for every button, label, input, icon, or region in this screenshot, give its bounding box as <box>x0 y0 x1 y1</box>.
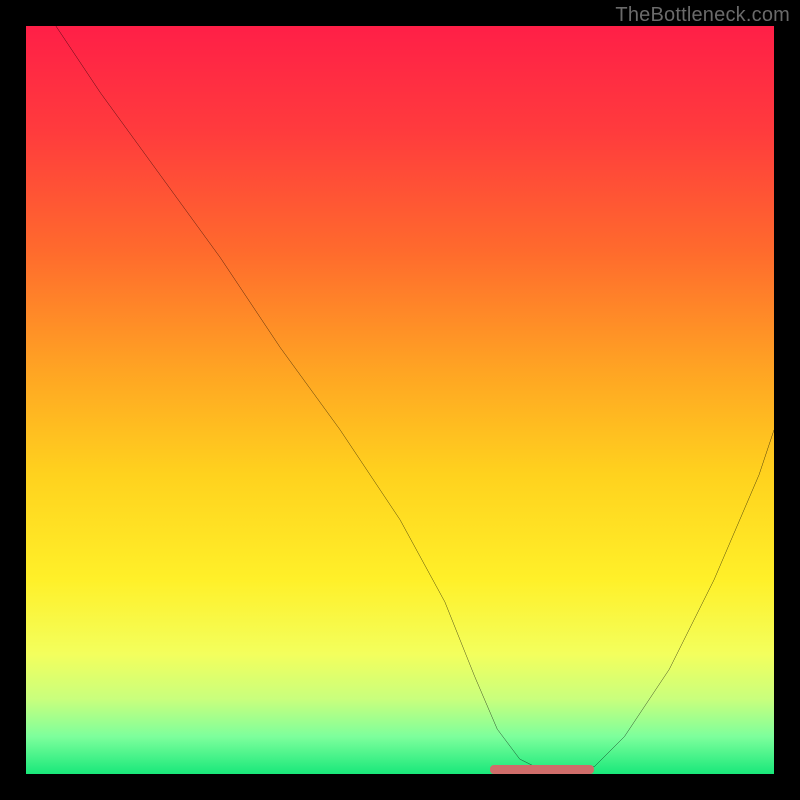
bottleneck-curve <box>26 26 774 774</box>
watermark-text: TheBottleneck.com <box>615 4 790 27</box>
plot-area <box>26 26 774 774</box>
flat-minimum-marker <box>490 765 595 774</box>
chart-frame: TheBottleneck.com <box>0 0 800 800</box>
